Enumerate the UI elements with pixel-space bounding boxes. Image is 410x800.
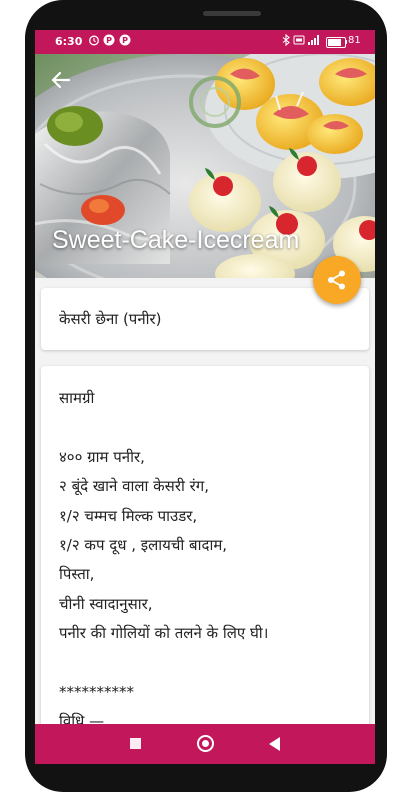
ingredient-line: १/२ चम्मच मिल्क पाउडर,	[59, 506, 198, 525]
header-image: Sweet-Cake-Icecream	[35, 54, 375, 278]
navigation-bar	[35, 724, 375, 764]
p-app-icon: P	[103, 34, 115, 46]
ingredient-line: पिस्ता,	[59, 565, 95, 584]
screen: 6:30 P P 81 Sweet-Cake-Icecream केसरी छे…	[35, 30, 375, 764]
separator-line: **********	[59, 682, 134, 701]
home-dot	[202, 740, 209, 747]
ingredients-heading: सामग्री	[59, 389, 95, 407]
recipe-content-card: सामग्री ४०० ग्राम पनीर, २ बूंदे खाने वाल…	[41, 366, 369, 764]
share-icon	[328, 270, 345, 290]
device-frame: 6:30 P P 81 Sweet-Cake-Icecream केसरी छे…	[0, 0, 410, 800]
svg-text:P: P	[106, 36, 112, 45]
signal-icon	[307, 34, 319, 46]
home-button[interactable]	[197, 735, 214, 752]
ingredient-line: ४०० ग्राम पनीर,	[59, 447, 145, 466]
back-arrow-icon[interactable]	[49, 68, 73, 92]
battery-level	[328, 39, 341, 46]
recipe-title: केसरी छेना (पनीर)	[59, 310, 162, 328]
recent-apps-button[interactable]	[130, 738, 141, 749]
ingredient-line: चीनी स्वादानुसार,	[59, 594, 153, 613]
ingredient-line: १/२ कप दूध , इलायची बादाम,	[59, 535, 228, 554]
back-button[interactable]	[269, 737, 280, 751]
battery-percent: 81	[348, 35, 361, 46]
alarm-icon	[88, 34, 100, 46]
share-button[interactable]	[313, 256, 361, 304]
p-app-icon: P	[119, 34, 131, 46]
battery-tip	[345, 40, 347, 44]
ingredient-line: पनीर की गोलियों को तलने के लिए घी।	[59, 624, 269, 643]
ingredient-line: २ बूंदे खाने वाला केसरी रंग,	[59, 477, 209, 496]
speaker-grille	[203, 11, 261, 16]
svg-text:P: P	[122, 36, 128, 45]
battery-icon	[326, 37, 346, 48]
status-time: 6:30	[55, 35, 83, 48]
recipe-content: सामग्री ४०० ग्राम पनीर, २ बूंदे खाने वाल…	[59, 384, 359, 737]
volte-icon	[293, 34, 305, 46]
status-bar: 6:30 P P 81	[35, 30, 375, 54]
app-title: Sweet-Cake-Icecream	[52, 226, 300, 254]
bluetooth-icon	[280, 33, 292, 47]
